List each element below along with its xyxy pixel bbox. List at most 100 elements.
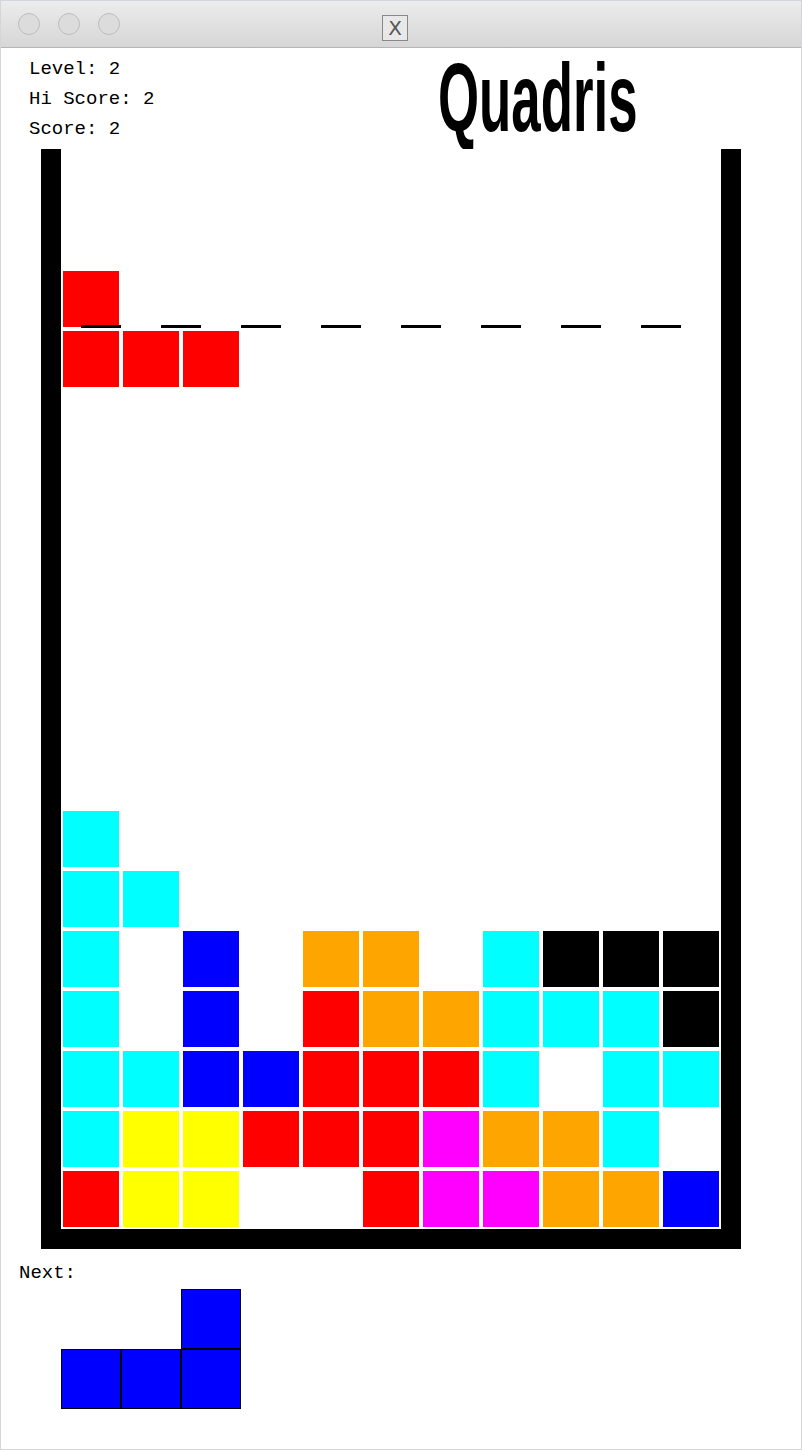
close-button[interactable] bbox=[18, 13, 40, 35]
board-cell bbox=[183, 991, 239, 1047]
board-cell bbox=[63, 1051, 119, 1107]
board-cell bbox=[423, 331, 479, 387]
board-cell bbox=[483, 1111, 539, 1167]
board-cell bbox=[363, 571, 419, 627]
board-cell bbox=[303, 811, 359, 867]
board-cell bbox=[303, 571, 359, 627]
board-cell bbox=[63, 451, 119, 507]
board-cell bbox=[123, 871, 179, 927]
board-cell bbox=[183, 391, 239, 447]
board-cell bbox=[303, 391, 359, 447]
board-cell bbox=[483, 271, 539, 327]
board-cell bbox=[543, 571, 599, 627]
board-cell bbox=[63, 931, 119, 987]
board-cell bbox=[483, 631, 539, 687]
board-cell bbox=[63, 571, 119, 627]
board-cell bbox=[123, 691, 179, 747]
board-cell bbox=[543, 391, 599, 447]
board-cell bbox=[123, 151, 179, 207]
board-cell bbox=[423, 1051, 479, 1107]
title-bar: X bbox=[1, 1, 801, 48]
board-cell bbox=[303, 691, 359, 747]
next-panel: Next: bbox=[1, 1249, 801, 1409]
board-cell bbox=[483, 931, 539, 987]
board-cell bbox=[663, 751, 719, 807]
board-cell bbox=[303, 211, 359, 267]
board-cell bbox=[243, 1171, 299, 1227]
board-cell bbox=[123, 571, 179, 627]
board-cell bbox=[123, 811, 179, 867]
board-cell bbox=[243, 511, 299, 567]
board-cell bbox=[543, 811, 599, 867]
board-cell bbox=[423, 151, 479, 207]
board-cell bbox=[363, 391, 419, 447]
board-cell bbox=[543, 1051, 599, 1107]
next-cell bbox=[61, 1289, 121, 1349]
board-cell bbox=[483, 1171, 539, 1227]
board-cell bbox=[363, 931, 419, 987]
board-cell bbox=[303, 931, 359, 987]
board-cell bbox=[63, 511, 119, 567]
board-cell bbox=[543, 211, 599, 267]
board-cell bbox=[663, 271, 719, 327]
board-cell bbox=[243, 991, 299, 1047]
board-cell bbox=[663, 391, 719, 447]
board-cell bbox=[423, 211, 479, 267]
board-cell bbox=[303, 1111, 359, 1167]
board-cell bbox=[303, 631, 359, 687]
board-cell bbox=[543, 331, 599, 387]
board-cell bbox=[603, 631, 659, 687]
board-cell bbox=[63, 1171, 119, 1227]
board-cell bbox=[63, 331, 119, 387]
board-cell bbox=[303, 871, 359, 927]
board-cell bbox=[483, 811, 539, 867]
board-cell bbox=[363, 451, 419, 507]
board-cell bbox=[303, 751, 359, 807]
next-cell bbox=[61, 1349, 121, 1409]
board-cell bbox=[63, 391, 119, 447]
x11-icon: X bbox=[382, 15, 408, 41]
board-cell bbox=[183, 751, 239, 807]
board-cell bbox=[423, 571, 479, 627]
board-cell bbox=[543, 751, 599, 807]
board-cell bbox=[183, 331, 239, 387]
board-cell bbox=[243, 391, 299, 447]
board-cell bbox=[63, 211, 119, 267]
board-cell bbox=[363, 751, 419, 807]
board-cell bbox=[183, 271, 239, 327]
board-cell bbox=[483, 511, 539, 567]
next-piece bbox=[61, 1289, 241, 1409]
board-cell bbox=[363, 211, 419, 267]
board-cell bbox=[183, 1111, 239, 1167]
board-cell bbox=[663, 451, 719, 507]
board-cell bbox=[183, 931, 239, 987]
board-cell bbox=[123, 931, 179, 987]
board-cell bbox=[303, 1051, 359, 1107]
next-cell bbox=[121, 1289, 181, 1349]
board-cell bbox=[543, 1171, 599, 1227]
board-cell bbox=[183, 871, 239, 927]
board-cell bbox=[483, 391, 539, 447]
board-cell bbox=[603, 1171, 659, 1227]
board-cell bbox=[363, 1051, 419, 1107]
board-cell bbox=[303, 451, 359, 507]
board-cell bbox=[243, 871, 299, 927]
stats: Level: 2Hi Score: 2Score: 2 bbox=[1, 48, 400, 149]
board-cell bbox=[423, 451, 479, 507]
board-cell bbox=[63, 751, 119, 807]
board-cell bbox=[123, 331, 179, 387]
board-cell bbox=[663, 1051, 719, 1107]
minimize-button[interactable] bbox=[58, 13, 80, 35]
board-cell bbox=[123, 211, 179, 267]
board-cell bbox=[243, 811, 299, 867]
board-cell bbox=[363, 631, 419, 687]
board-cell bbox=[63, 151, 119, 207]
board-cell bbox=[123, 991, 179, 1047]
board-cell bbox=[243, 691, 299, 747]
zoom-button[interactable] bbox=[98, 13, 120, 35]
board-cell bbox=[663, 871, 719, 927]
board-cell bbox=[543, 1111, 599, 1167]
board-cell bbox=[603, 211, 659, 267]
board-cell bbox=[543, 691, 599, 747]
board-cell bbox=[603, 331, 659, 387]
